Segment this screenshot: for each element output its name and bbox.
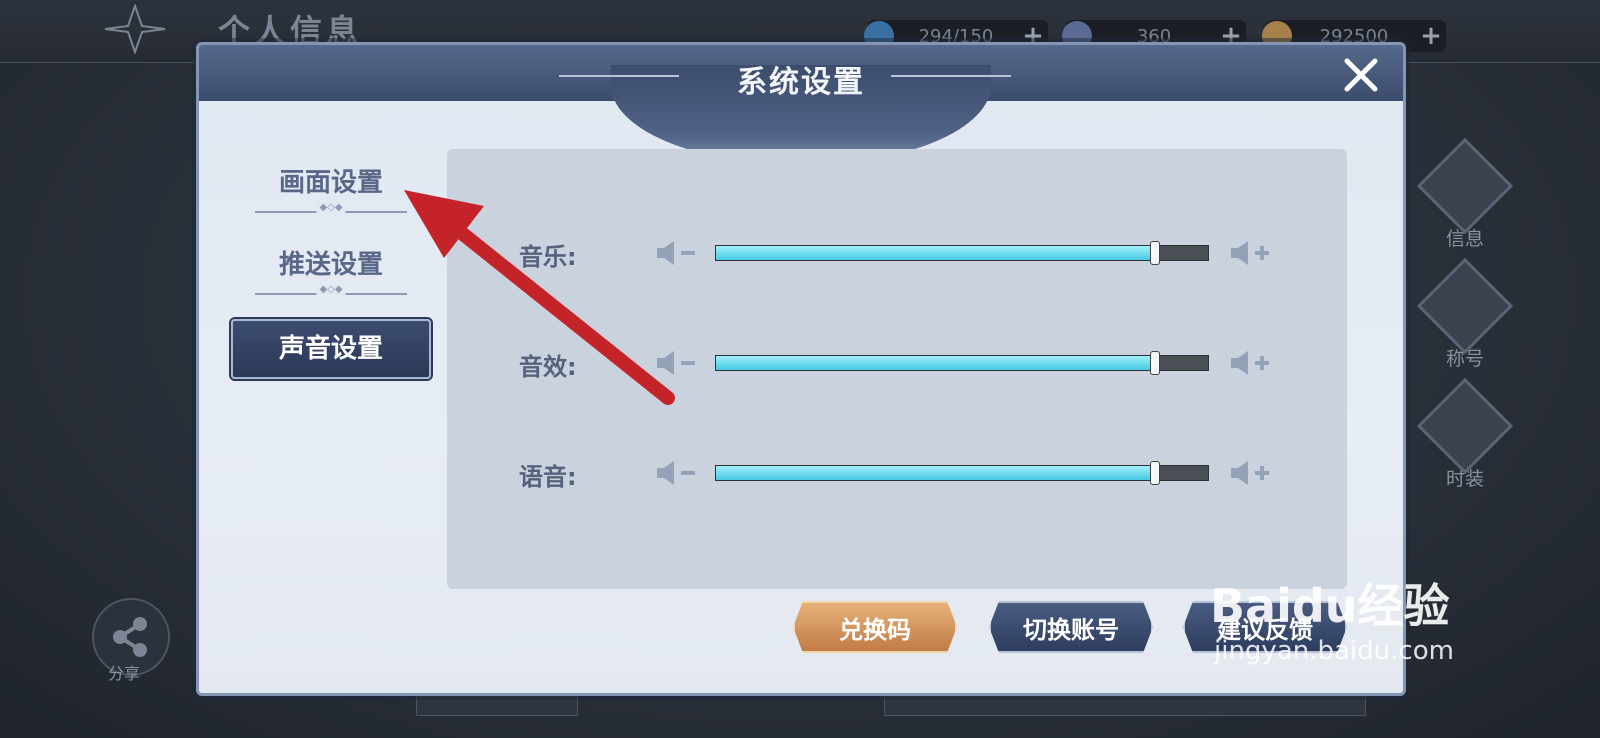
volume-up-icon[interactable]	[1229, 459, 1273, 487]
add-coin-button[interactable]: +	[1416, 21, 1446, 51]
sound-settings-panel: 音乐: 音效: 语音:	[447, 149, 1347, 589]
tab-ornament	[255, 293, 407, 295]
music-label: 音乐:	[519, 243, 577, 271]
volume-down-icon[interactable]	[655, 349, 699, 377]
emblem-icon	[104, 4, 166, 54]
side-button-info[interactable]: 信息	[1416, 137, 1514, 251]
voice-row: 语音:	[447, 453, 1347, 493]
switch-account-button[interactable]: 切换账号	[989, 601, 1153, 653]
close-icon[interactable]	[1339, 53, 1383, 97]
sound-effect-row: 音效:	[447, 343, 1347, 383]
tab-display-settings[interactable]: 画面设置	[231, 155, 431, 227]
tab-push-settings[interactable]: 推送设置	[231, 237, 431, 309]
book-icon	[1416, 137, 1514, 235]
emblem-icon	[1416, 257, 1514, 355]
tab-sound-settings[interactable]: 声音设置	[231, 319, 431, 379]
music-volume-slider[interactable]	[715, 241, 1209, 265]
watermark: Baidu经验 jingyan.baidu.com	[1210, 570, 1454, 666]
volume-down-icon[interactable]	[655, 459, 699, 487]
share-label: 分享	[108, 664, 141, 683]
tab-ornament	[255, 211, 407, 213]
volume-up-icon[interactable]	[1229, 349, 1273, 377]
outfit-icon	[1416, 377, 1514, 475]
watermark-brand: Baidu经验	[1210, 579, 1450, 633]
redeem-code-button[interactable]: 兑换码	[793, 601, 957, 653]
voice-volume-slider[interactable]	[715, 461, 1209, 485]
watermark-url: jingyan.baidu.com	[1214, 636, 1454, 666]
music-row: 音乐:	[447, 233, 1347, 273]
dialog-title: 系统设置	[737, 65, 865, 100]
sound-effect-volume-slider[interactable]	[715, 351, 1209, 375]
voice-label: 语音:	[519, 463, 577, 491]
side-button-outfit[interactable]: 时装	[1416, 377, 1514, 491]
side-button-title[interactable]: 称号	[1416, 257, 1514, 371]
sound-effect-label: 音效:	[519, 353, 577, 381]
settings-tabs: 画面设置 推送设置 声音设置	[231, 155, 431, 389]
volume-down-icon[interactable]	[655, 239, 699, 267]
volume-up-icon[interactable]	[1229, 239, 1273, 267]
